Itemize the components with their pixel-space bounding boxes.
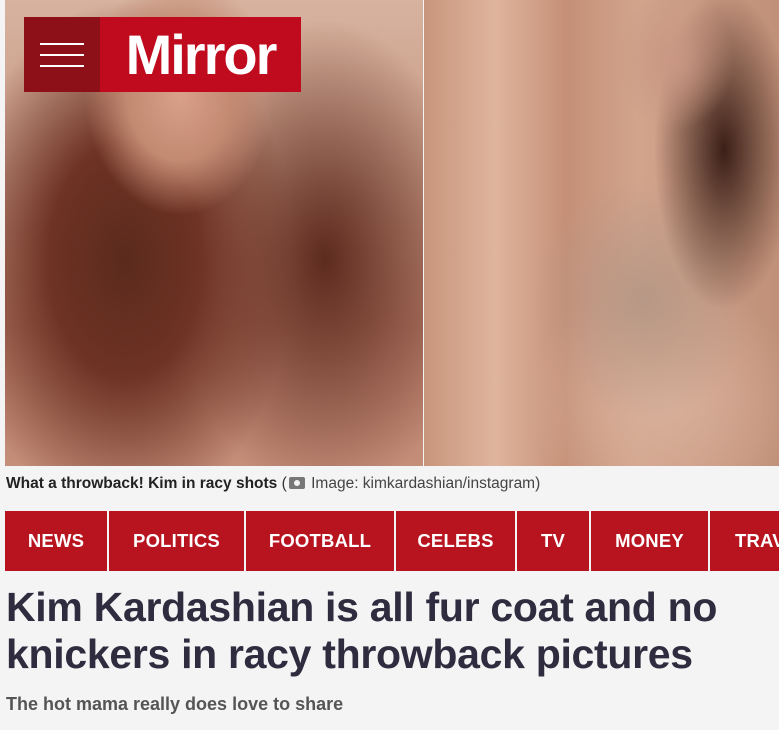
nav-item-news[interactable]: NEWS (5, 511, 109, 571)
mirror-logo[interactable]: Mirror (100, 17, 301, 92)
nav-item-travel[interactable]: TRAV (710, 511, 779, 571)
nav-item-money[interactable]: MONEY (591, 511, 710, 571)
hero-photo-right (424, 0, 779, 466)
article-headline: Kim Kardashian is all fur coat and no kn… (6, 584, 718, 677)
nav-item-tv[interactable]: TV (517, 511, 591, 571)
image-caption: What a throwback! Kim in racy shots ( Im… (6, 474, 540, 494)
nav-item-politics[interactable]: POLITICS (109, 511, 246, 571)
article-standfirst: The hot mama really does love to share (6, 694, 344, 714)
nav-item-football[interactable]: FOOTBALL (246, 511, 396, 571)
menu-button[interactable] (24, 17, 100, 92)
image-credit: Image: kimkardashian/instagram) (311, 475, 541, 492)
section-nav: NEWS POLITICS FOOTBALL CELEBS TV MONEY T… (5, 511, 779, 571)
hamburger-menu-icon (40, 64, 84, 67)
hamburger-menu-icon (40, 42, 84, 45)
site-header: Mirror (24, 17, 301, 92)
hamburger-menu-icon (40, 53, 84, 56)
caption-text: What a throwback! Kim in racy shots (6, 475, 278, 492)
caption-open-paren: ( (281, 475, 287, 492)
camera-icon (288, 477, 305, 489)
nav-item-celebs[interactable]: CELEBS (396, 511, 517, 571)
